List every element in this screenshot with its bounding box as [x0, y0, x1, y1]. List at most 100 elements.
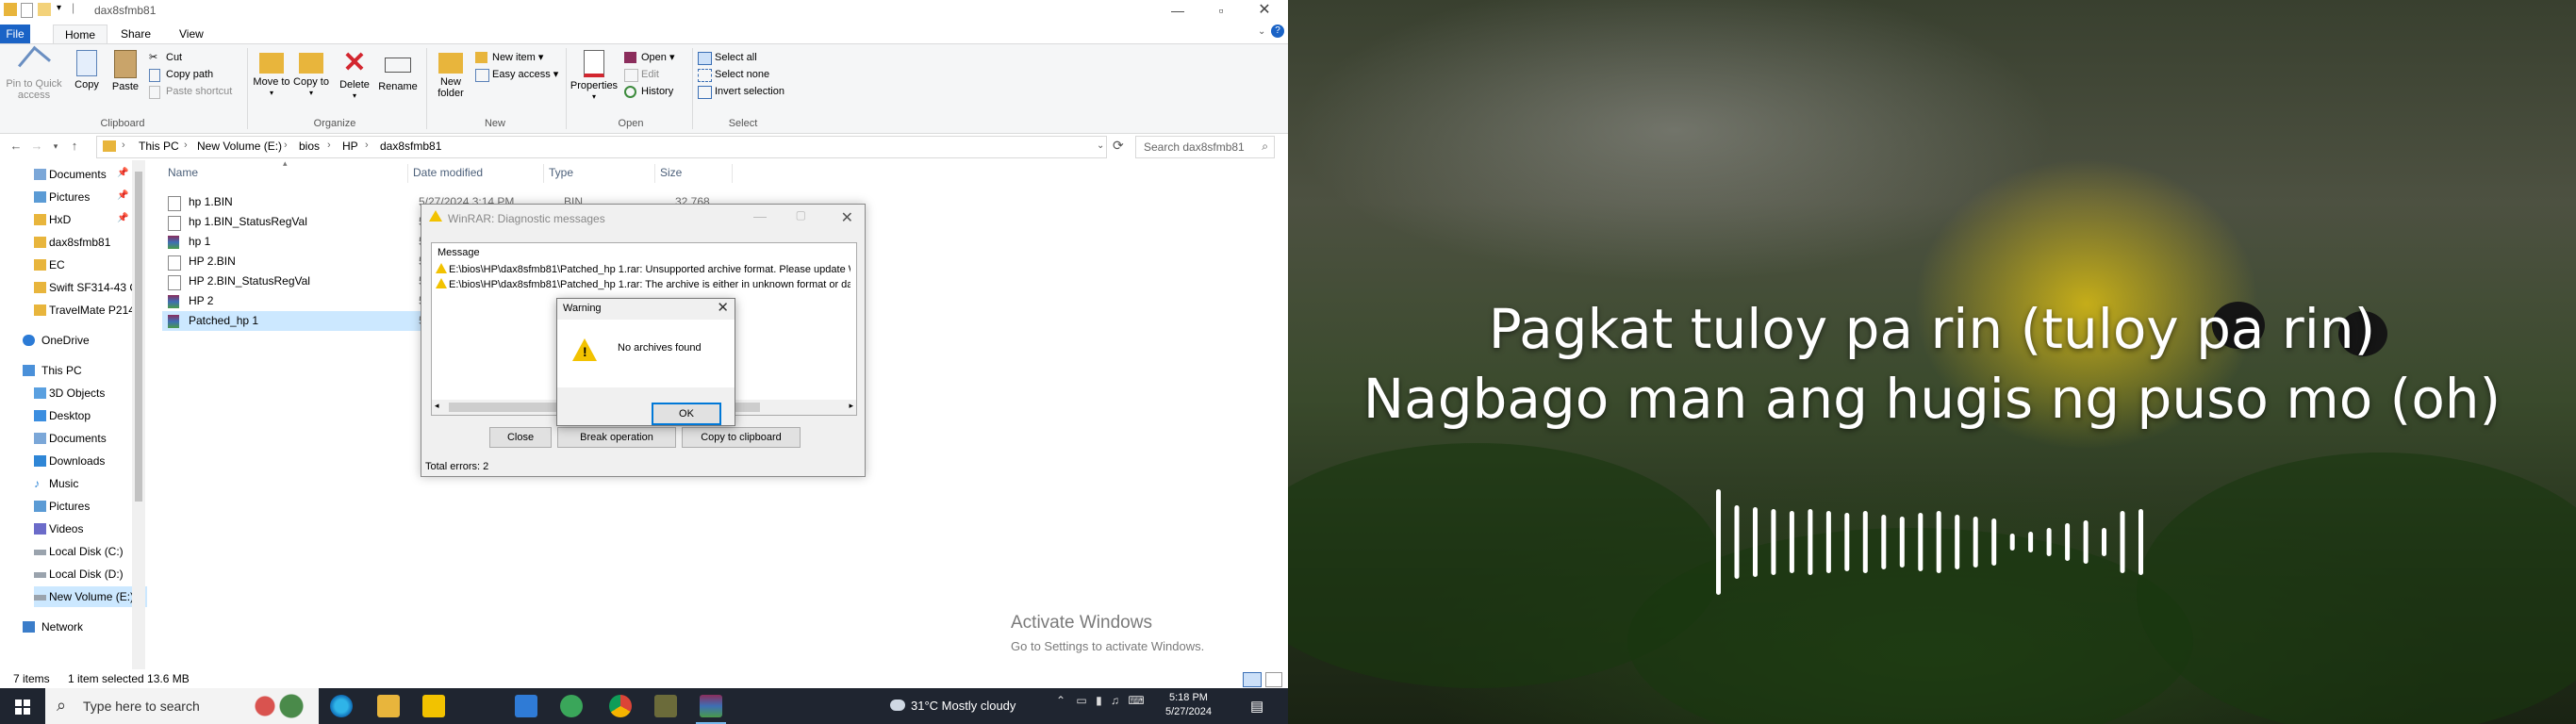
nav-item-local-disk-c[interactable]: Local Disk (C:) — [34, 541, 124, 562]
new-folder-button[interactable]: New folder — [432, 50, 470, 99]
nav-item-pictures-pinned[interactable]: Pictures — [34, 187, 90, 207]
new-folder-icon[interactable] — [38, 3, 51, 16]
paste-shortcut-button[interactable]: Paste shortcut — [149, 84, 232, 99]
address-bar[interactable]: › This PC › New Volume (E:) › bios › HP … — [96, 136, 1107, 158]
notification-icon[interactable]: ▤ — [1250, 698, 1263, 715]
network-icon[interactable]: ▭ — [1076, 694, 1086, 707]
nav-scrollbar-thumb[interactable] — [135, 172, 142, 502]
break-operation-button[interactable]: Break operation — [557, 427, 676, 448]
expand-ribbon-icon[interactable]: ⌄ — [1258, 26, 1265, 37]
details-view-icon[interactable] — [1243, 672, 1262, 687]
forward-arrow-icon[interactable]: → — [28, 138, 45, 155]
mail-icon[interactable] — [515, 695, 537, 717]
minimize-button[interactable]: — — [1156, 0, 1199, 21]
breadcrumb-new-volume[interactable]: New Volume (E:) — [197, 140, 282, 153]
volume-icon[interactable]: ♫ — [1111, 694, 1119, 707]
address-dropdown-icon[interactable]: ⌄ — [1097, 140, 1104, 151]
nav-item-swift[interactable]: Swift SF314-43 G — [34, 277, 139, 298]
new-item-button[interactable]: New item ▾ — [475, 50, 543, 65]
breadcrumb-this-pc[interactable]: This PC — [139, 140, 179, 153]
properties-icon[interactable] — [21, 3, 33, 18]
refresh-icon[interactable]: ⟳ — [1113, 138, 1124, 154]
copy-to-button[interactable]: Copy to ▾ — [292, 50, 330, 99]
maximize-button[interactable]: ▫ — [1199, 0, 1243, 21]
edit-button[interactable]: Edit — [624, 67, 659, 82]
scroll-right-icon[interactable]: ▸ — [849, 401, 853, 411]
copy-to-clipboard-button[interactable]: Copy to clipboard — [682, 427, 801, 448]
message-row[interactable]: E:\bios\HP\dax8sfmb81\Patched_hp 1.rar: … — [436, 277, 850, 292]
search-input[interactable]: Search dax8sfmb81 ⌕ — [1135, 136, 1275, 158]
tab-share[interactable]: Share — [109, 25, 162, 43]
app-icon[interactable] — [560, 695, 583, 717]
nav-item-network[interactable]: Network — [23, 617, 83, 637]
copy-button[interactable]: Copy — [72, 50, 102, 90]
nav-item-hxd[interactable]: HxD — [34, 209, 71, 230]
system-tray[interactable]: ⌃ ▭ ▮ ♫ ⌨ — [1056, 694, 1145, 707]
tab-file[interactable]: File — [0, 25, 30, 43]
file-explorer-icon[interactable] — [377, 695, 400, 717]
app-icon[interactable] — [654, 695, 677, 717]
minimize-button[interactable]: — — [753, 208, 767, 223]
search-icon[interactable]: ⌕ — [1262, 140, 1268, 154]
store-icon[interactable] — [422, 695, 445, 717]
large-icons-view-icon[interactable] — [1265, 672, 1282, 687]
select-all-button[interactable]: Select all — [698, 50, 757, 65]
qat-dropdown-icon[interactable]: ▾ — [57, 3, 61, 13]
nav-item-onedrive[interactable]: OneDrive — [23, 330, 90, 351]
nav-item-videos[interactable]: Videos — [34, 518, 83, 539]
rename-button[interactable]: Rename — [377, 50, 419, 92]
keyboard-icon[interactable]: ⌨ — [1128, 694, 1144, 707]
cut-button[interactable]: ✂ Cut — [149, 50, 182, 65]
copy-path-button[interactable]: Copy path — [149, 67, 213, 82]
breadcrumb-bios[interactable]: bios — [299, 140, 320, 153]
ok-button[interactable]: OK — [652, 403, 721, 425]
breadcrumb-current[interactable]: dax8sfmb81 — [380, 140, 441, 153]
close-icon[interactable]: ✕ — [841, 208, 853, 227]
delete-button[interactable]: ✕ Delete ▾ — [336, 49, 373, 102]
close-icon[interactable]: ✕ — [717, 299, 729, 316]
history-button[interactable]: History — [624, 84, 673, 99]
edge-icon[interactable] — [330, 695, 353, 717]
nav-item-pictures[interactable]: Pictures — [34, 496, 90, 517]
back-arrow-icon[interactable]: ← — [8, 138, 25, 155]
tab-home[interactable]: Home — [53, 25, 108, 44]
nav-item-music[interactable]: ♪ Music — [34, 473, 78, 494]
nav-item-documents[interactable]: Documents — [34, 428, 107, 449]
nav-item-travelmate[interactable]: TravelMate P214 — [34, 300, 135, 321]
close-button[interactable]: ✕ — [1243, 0, 1286, 21]
maximize-button[interactable]: ▢ — [796, 208, 806, 222]
easy-access-button[interactable]: Easy access ▾ — [475, 67, 558, 82]
battery-icon[interactable]: ▮ — [1096, 694, 1102, 707]
nav-item-local-disk-d[interactable]: Local Disk (D:) — [34, 564, 124, 584]
nav-item-new-volume-e[interactable]: New Volume (E:) — [34, 586, 147, 607]
paste-button[interactable]: Paste — [109, 50, 141, 92]
select-none-button[interactable]: Select none — [698, 67, 769, 82]
chrome-icon[interactable] — [609, 695, 632, 717]
open-button[interactable]: Open ▾ — [624, 50, 675, 65]
scroll-left-icon[interactable]: ◂ — [435, 401, 439, 411]
tab-view[interactable]: View — [168, 25, 215, 43]
move-to-button[interactable]: Move to ▾ — [253, 50, 290, 99]
winrar-icon[interactable] — [696, 695, 726, 724]
message-row[interactable]: E:\bios\HP\dax8sfmb81\Patched_hp 1.rar: … — [436, 262, 850, 277]
close-button[interactable]: Close — [489, 427, 552, 448]
recent-dropdown-icon[interactable]: ▾ — [47, 138, 64, 155]
nav-item-dax8sfmb81[interactable]: dax8sfmb81 — [34, 232, 110, 253]
nav-item-documents-pinned[interactable]: Documents — [34, 164, 107, 185]
nav-item-desktop[interactable]: Desktop — [34, 405, 91, 426]
start-button[interactable] — [0, 688, 45, 724]
invert-selection-button[interactable]: Invert selection — [698, 84, 784, 99]
properties-button[interactable]: Properties ▾ — [570, 50, 619, 103]
nav-item-this-pc[interactable]: This PC — [23, 360, 82, 381]
clock[interactable]: 5:18 PM 5/27/2024 — [1165, 691, 1212, 719]
pin-quick-access-button[interactable]: Pin to Quick access — [4, 45, 64, 101]
breadcrumb-hp[interactable]: HP — [342, 140, 358, 153]
column-header-date[interactable]: Date modified — [413, 166, 483, 179]
column-header-name[interactable]: Name — [168, 166, 198, 179]
nav-item-ec[interactable]: EC — [34, 255, 65, 275]
column-header-type[interactable]: Type — [549, 166, 573, 179]
nav-item-downloads[interactable]: Downloads — [34, 451, 105, 471]
up-arrow-icon[interactable]: ↑ — [66, 138, 83, 155]
nav-item-3d-objects[interactable]: 3D Objects — [34, 383, 105, 403]
taskbar-search[interactable]: ⌕ Type here to search — [45, 688, 319, 724]
